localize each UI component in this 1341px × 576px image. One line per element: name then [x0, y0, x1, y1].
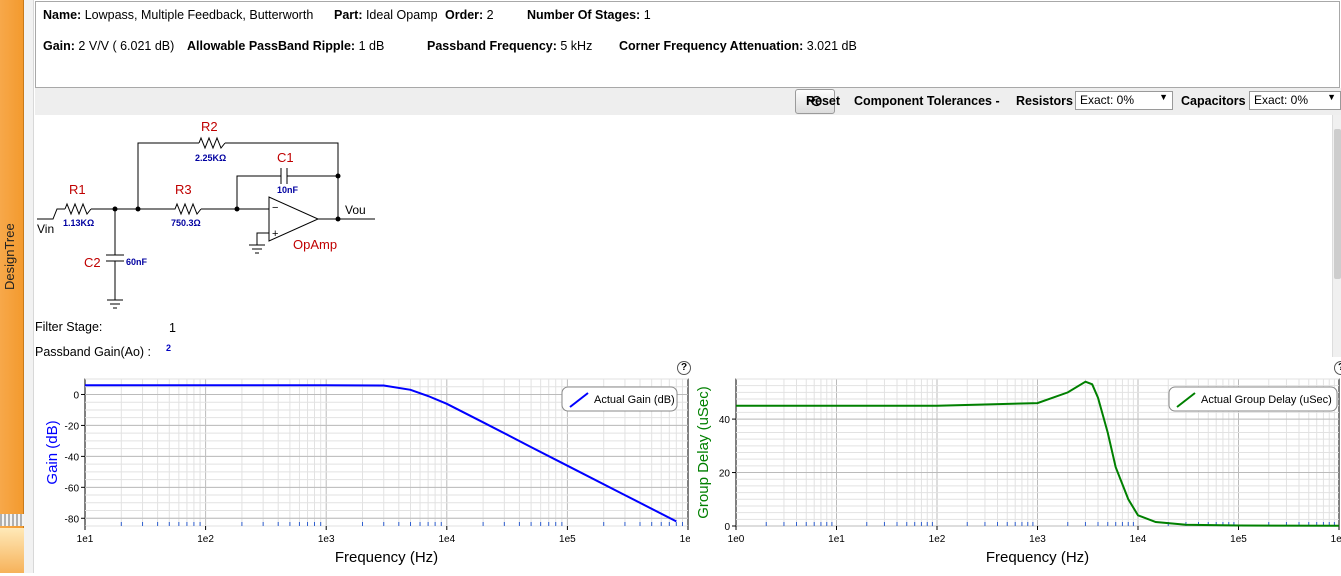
gain-xtick-label: 1e1	[77, 534, 94, 545]
r1-name: R1	[69, 182, 86, 197]
gain-ytick-label: -40	[65, 452, 80, 463]
group-delay-chart: 0 20 40 1e0 1e1 1e2 1e3 1e4 1e5 1e6 Frequency (Hz)…	[695, 378, 1341, 566]
stages-info: Number Of Stages: 1	[527, 8, 651, 22]
filter-stage-value: 1	[169, 321, 176, 335]
r1-value: 1.13KΩ	[63, 218, 94, 228]
component-tolerances-label: Component Tolerances -	[854, 94, 1000, 108]
delay-xlabel: Frequency (Hz)	[986, 549, 1089, 566]
delay-xtick-label: 1e1	[828, 534, 845, 545]
chevron-down-icon: ▼	[1327, 92, 1336, 102]
sidebar-grip[interactable]	[0, 514, 24, 526]
gain-chart-panel: 0 -20 -40 -60 -80 1e1 1e2 1e3 1e4 1e5 1e6 Frequency…	[35, 360, 697, 573]
gain-chart-help-icon[interactable]: ?	[677, 361, 691, 375]
capacitors-tolerance-select[interactable]: Exact: 0% ▼	[1249, 91, 1341, 110]
name-info: Name: Lowpass, Multiple Feedback, Butter…	[43, 8, 314, 22]
filter-stage-label: Filter Stage:	[35, 320, 103, 334]
c1-name: C1	[277, 150, 294, 165]
part-info: Part: Ideal Opamp	[334, 8, 438, 22]
delay-ytick-label: 0	[724, 522, 730, 533]
r2-value: 2.25KΩ	[195, 153, 226, 163]
r3-name: R3	[175, 182, 192, 197]
gain-ytick-label: -80	[65, 514, 80, 525]
ripple-info: Allowable PassBand Ripple: 1 dB	[187, 39, 385, 53]
gain-ytick-label: -20	[65, 421, 80, 432]
delay-ytick-label: 20	[719, 469, 731, 480]
delay-xtick-label: 1e2	[929, 534, 946, 545]
gain-legend-label: Actual Gain (dB)	[594, 394, 675, 406]
capacitors-label: Capacitors	[1181, 94, 1246, 108]
schematic-scrollbar[interactable]	[1332, 115, 1341, 357]
delay-xtick-label: 1e6	[1331, 534, 1341, 545]
gain-chart: 0 -20 -40 -60 -80 1e1 1e2 1e3 1e4 1e5 1e6 Frequency…	[44, 378, 697, 566]
resistors-tolerance-select[interactable]: Exact: 0% ▼	[1075, 91, 1173, 110]
vout-label: Vou	[345, 203, 366, 217]
delay-ytick-label: 40	[719, 415, 731, 426]
gain-xlabel: Frequency (Hz)	[335, 549, 438, 566]
opamp-minus-label: −	[272, 202, 278, 214]
opamp-plus-label: +	[272, 228, 278, 240]
gain-xtick-label: 1e2	[197, 534, 214, 545]
passband-gain-value: 2	[166, 343, 172, 353]
c2-value: 60nF	[126, 257, 148, 267]
r2-name: R2	[201, 119, 218, 134]
delay-xtick-label: 1e0	[728, 534, 745, 545]
gain-xtick-label: 1e3	[318, 534, 335, 545]
designtree-sidebar[interactable]: DesignTree	[0, 0, 24, 573]
delay-xtick-label: 1e4	[1130, 534, 1147, 545]
gain-xtick-label: 1e5	[559, 534, 576, 545]
opamp-label: OpAmp	[293, 237, 337, 252]
delay-xtick-label: 1e5	[1230, 534, 1247, 545]
delay-xtick-label: 1e3	[1029, 534, 1046, 545]
schematic-drawing: R1 1.13KΩ R2 2.25KΩ R3 750.3Ω C1 10nF C2…	[37, 119, 375, 309]
gain-xtick-label: 1e6	[680, 534, 690, 545]
c1-value: 10nF	[277, 185, 299, 195]
splitter[interactable]	[24, 0, 34, 573]
gain-ytick-label: -60	[65, 483, 80, 494]
gain-ytick-label: 0	[73, 390, 79, 401]
circuit-schematic: R1 1.13KΩ R2 2.25KΩ R3 750.3Ω C1 10nF C2…	[35, 115, 1331, 360]
group-delay-chart-help-icon[interactable]: ?	[1334, 361, 1341, 375]
gain-info: Gain: 2 V/V ( 6.021 dB)	[43, 39, 175, 53]
toolbar: ⟲ Reset Component Tolerances - Resistors…	[35, 88, 1341, 115]
gain-xtick-label: 1e4	[438, 534, 455, 545]
r3-value: 750.3Ω	[171, 218, 201, 228]
designtree-label[interactable]: DesignTree	[2, 223, 17, 290]
filter-info-panel: Name: Lowpass, Multiple Feedback, Butter…	[35, 1, 1340, 88]
corner-info: Corner Frequency Attenuation: 3.021 dB	[619, 39, 857, 53]
group-delay-chart-panel: 0 20 40 1e0 1e1 1e2 1e3 1e4 1e5 1e6 Frequency (Hz)…	[693, 360, 1341, 573]
reset-button[interactable]: Reset	[806, 94, 840, 108]
capacitors-tolerance-value: Exact: 0%	[1254, 93, 1309, 107]
scrollbar-thumb[interactable]	[1334, 129, 1341, 279]
vin-label: Vin	[37, 222, 54, 236]
delay-legend-label: Actual Group Delay (uSec)	[1201, 394, 1332, 406]
c2-name: C2	[84, 255, 101, 270]
order-info: Order: 2	[445, 8, 494, 22]
passband-gain-label: Passband Gain(Ao) :	[35, 345, 152, 359]
delay-ylabel: Group Delay (uSec)	[695, 386, 712, 519]
gain-ylabel: Gain (dB)	[44, 420, 61, 484]
chevron-down-icon: ▼	[1159, 92, 1168, 102]
sidebar-footer	[0, 528, 24, 573]
passband-info: Passband Frequency: 5 kHz	[427, 39, 593, 53]
resistors-label: Resistors	[1016, 94, 1073, 108]
resistors-tolerance-value: Exact: 0%	[1080, 93, 1135, 107]
